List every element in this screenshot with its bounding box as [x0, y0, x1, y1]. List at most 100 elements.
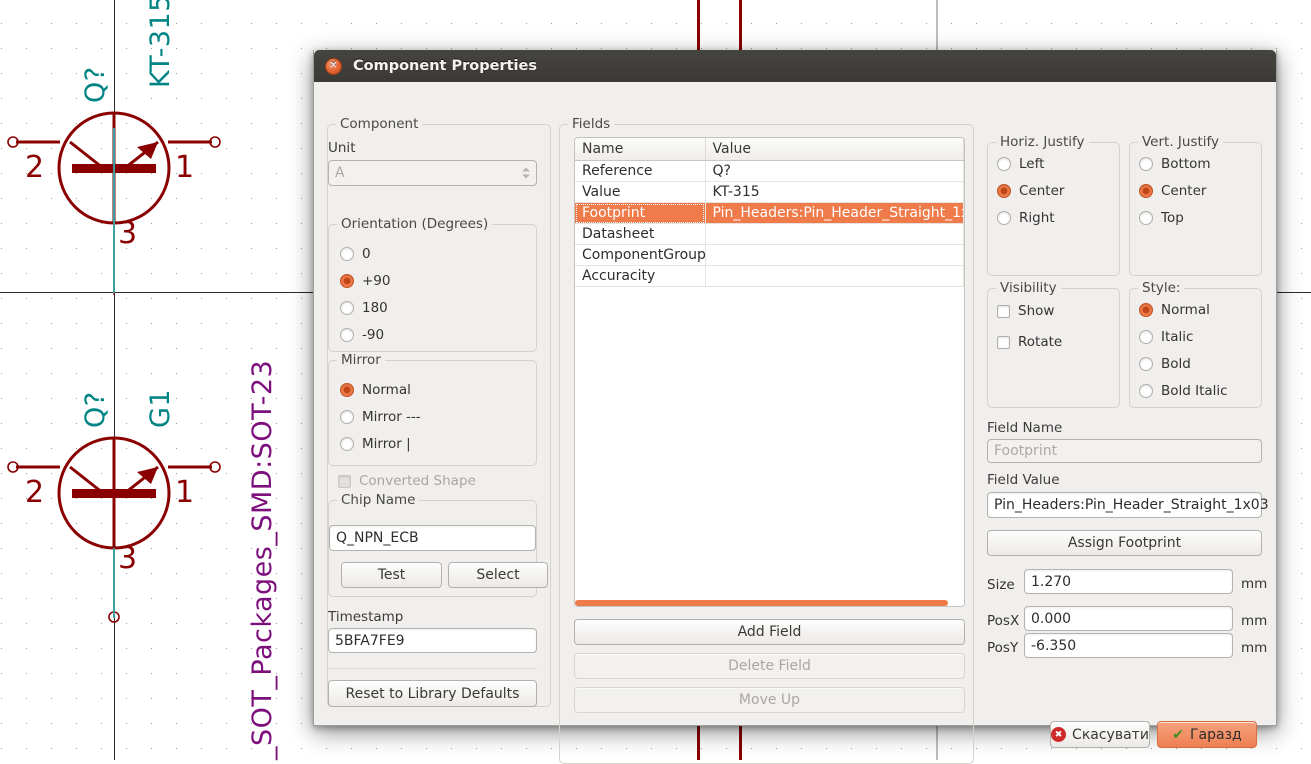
test-button[interactable]: Test	[341, 562, 442, 588]
size-input[interactable]: 1.270	[1024, 569, 1233, 594]
radio-label: Bottom	[1161, 156, 1211, 172]
column-header-name[interactable]: Name	[575, 138, 705, 161]
radio-icon	[1139, 211, 1153, 225]
close-glyph: ✕	[329, 61, 337, 71]
unit-spinner[interactable]: A	[328, 160, 537, 186]
posy-input[interactable]: -6.350	[1024, 633, 1233, 658]
posx-input[interactable]: 0.000	[1024, 606, 1233, 631]
radio-hjustify-center[interactable]: Center	[997, 183, 1064, 199]
radio-icon	[340, 274, 354, 288]
field-value-label: Field Value	[987, 472, 1060, 488]
checkbox-rotate[interactable]: Rotate	[997, 334, 1062, 350]
radio-vjustify-bottom[interactable]: Bottom	[1139, 156, 1211, 172]
transistor-symbol-lower[interactable]: 2 1 3	[0, 420, 240, 650]
cell-name[interactable]: ComponentGroup	[575, 245, 705, 266]
fields-groupbox-title: Fields	[568, 116, 614, 132]
close-icon[interactable]: ✕	[325, 58, 342, 75]
radio-label: Center	[1019, 183, 1064, 199]
column-header-value[interactable]: Value	[705, 138, 964, 161]
radio-mirror-normal[interactable]: Normal	[340, 382, 411, 398]
ok-button[interactable]: ✔ Гаразд	[1157, 721, 1257, 748]
radio-mirror-vertical[interactable]: Mirror |	[340, 436, 411, 452]
radio-style-italic[interactable]: Italic	[1139, 329, 1193, 345]
radio-hjustify-left[interactable]: Left	[997, 156, 1044, 172]
assign-footprint-button[interactable]: Assign Footprint	[987, 530, 1262, 556]
radio-icon	[1139, 184, 1153, 198]
radio-icon	[1139, 357, 1153, 371]
radio-vjustify-top[interactable]: Top	[1139, 210, 1184, 226]
checkbox-icon	[997, 336, 1010, 349]
cell-name[interactable]: Accuracity	[575, 266, 705, 287]
fields-table[interactable]: Name Value ReferenceQ?ValueKT-315Footpri…	[574, 137, 965, 607]
ok-glyph: ✔	[1172, 727, 1184, 743]
table-row[interactable]: ValueKT-315	[575, 182, 964, 203]
chip-name-input[interactable]: Q_NPN_ECB	[329, 525, 536, 551]
table-horizontal-scrollbar[interactable]	[575, 600, 964, 606]
cell-name[interactable]: Datasheet	[575, 224, 705, 245]
cell-value[interactable]: Q?	[705, 161, 964, 182]
schematic-value-label-lower[interactable]: G1	[145, 389, 176, 428]
chip-name-groupbox-title: Chip Name	[337, 492, 419, 508]
cell-value[interactable]	[705, 266, 964, 287]
net-highlight	[113, 548, 115, 618]
radio-icon	[1139, 303, 1153, 317]
radio-orientation-0[interactable]: 0	[340, 246, 371, 262]
posx-label: PosX	[987, 613, 1019, 629]
table-row[interactable]: ComponentGroup	[575, 245, 964, 266]
svg-text:2: 2	[25, 150, 44, 185]
checkbox-show[interactable]: Show	[997, 303, 1054, 319]
checkbox-label: Converted Shape	[359, 473, 476, 489]
radio-style-normal[interactable]: Normal	[1139, 302, 1210, 318]
radio-icon	[997, 211, 1011, 225]
vert-justify-title: Vert. Justify	[1138, 134, 1223, 150]
field-value-input[interactable]: Pin_Headers:Pin_Header_Straight_1x03	[987, 492, 1262, 518]
timestamp-input[interactable]: 5BFA7FE9	[328, 628, 537, 653]
schematic-reference-label-upper[interactable]: Q?	[80, 66, 111, 103]
reset-to-library-defaults-button[interactable]: Reset to Library Defaults	[328, 680, 537, 707]
timestamp-label: Timestamp	[328, 609, 403, 625]
schematic-reference-label-lower[interactable]: Q?	[80, 391, 111, 428]
dialog-titlebar[interactable]: ✕ Component Properties	[314, 50, 1276, 82]
move-up-label: Move Up	[739, 692, 800, 708]
radio-orientation-plus90[interactable]: +90	[340, 273, 391, 289]
schematic-value-label-upper[interactable]: KT-315	[145, 0, 176, 88]
cell-name[interactable]: Reference	[575, 161, 705, 182]
divider	[328, 668, 537, 669]
radio-mirror-horizontal[interactable]: Mirror ---	[340, 409, 421, 425]
cancel-button[interactable]: ✖ Скасувати	[1050, 721, 1150, 748]
radio-icon	[340, 383, 354, 397]
radio-style-bold[interactable]: Bold	[1139, 356, 1191, 372]
cell-value[interactable]: KT-315	[705, 182, 964, 203]
svg-text:2: 2	[25, 475, 44, 510]
add-field-button[interactable]: Add Field	[574, 619, 965, 645]
radio-label: 0	[362, 246, 371, 262]
radio-icon	[997, 184, 1011, 198]
table-row[interactable]: FootprintPin_Headers:Pin_Header_Straight…	[575, 203, 964, 224]
radio-style-bold-italic[interactable]: Bold Italic	[1139, 383, 1228, 399]
radio-label: Mirror ---	[362, 409, 421, 425]
radio-orientation-180[interactable]: 180	[340, 300, 388, 316]
radio-label: +90	[362, 273, 391, 289]
table-row[interactable]: Datasheet	[575, 224, 964, 245]
posy-value: -6.350	[1031, 638, 1076, 654]
transistor-symbol-upper[interactable]: 2 1 3	[0, 95, 240, 295]
select-button[interactable]: Select	[448, 562, 548, 588]
cell-value[interactable]: Pin_Headers:Pin_Header_Straight_1x0	[705, 203, 964, 224]
cell-name[interactable]: Value	[575, 182, 705, 203]
radio-vjustify-center[interactable]: Center	[1139, 183, 1206, 199]
unit-spinner-arrows[interactable]	[522, 168, 530, 179]
wire-segment	[739, 0, 742, 50]
cell-value[interactable]	[705, 224, 964, 245]
schematic-footprint-label[interactable]: _SOT_Packages_SMD:SOT-23	[247, 360, 278, 760]
cell-value[interactable]	[705, 245, 964, 266]
table-row[interactable]: ReferenceQ?	[575, 161, 964, 182]
cell-name[interactable]: Footprint	[575, 203, 705, 224]
posx-unit: mm	[1241, 613, 1267, 629]
radio-orientation-minus90[interactable]: -90	[340, 327, 384, 343]
table-header-row: Name Value	[575, 138, 964, 161]
horiz-justify-title: Horiz. Justify	[996, 134, 1089, 150]
svg-text:1: 1	[175, 150, 194, 185]
table-row[interactable]: Accuracity	[575, 266, 964, 287]
radio-hjustify-right[interactable]: Right	[997, 210, 1055, 226]
radio-icon	[997, 157, 1011, 171]
